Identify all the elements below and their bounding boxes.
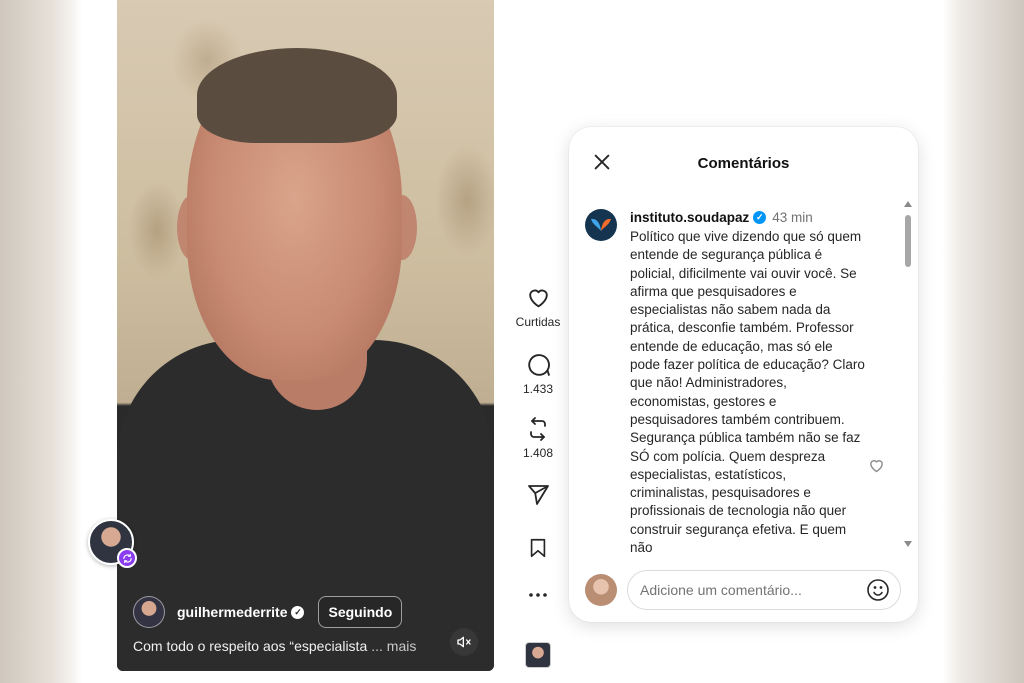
reposts-count: 1.408 — [522, 446, 554, 460]
video-caption[interactable]: Com todo o respeito aos “especialista...… — [133, 638, 416, 654]
likes-label: Curtidas — [515, 315, 561, 329]
butterfly-logo-icon — [591, 218, 611, 231]
mute-button[interactable] — [450, 628, 478, 656]
audio-thumbnail[interactable] — [525, 642, 551, 668]
author-name[interactable]: guilhermederrite — [177, 604, 287, 620]
comment-input[interactable]: Adicione um comentário... — [627, 570, 901, 610]
scroll-thumb[interactable] — [905, 215, 911, 267]
video-player[interactable]: guilhermederrite ✓ Seguindo Com todo o r… — [117, 0, 494, 671]
send-icon — [528, 485, 549, 505]
repost-badge-icon — [117, 548, 137, 568]
video-frame-hair — [197, 48, 397, 143]
current-user-avatar — [585, 574, 617, 606]
heart-icon — [870, 460, 883, 473]
comments-panel: Comentários instituto.soudapaz ✓ 43 min … — [569, 127, 918, 622]
author-name-group[interactable]: guilhermederrite ✓ — [177, 604, 305, 620]
heart-icon — [528, 289, 548, 308]
comment-text: Político que vive dizendo que só quem en… — [630, 229, 865, 555]
comment-icon — [527, 354, 550, 376]
commenter-avatar[interactable] — [585, 209, 617, 241]
more-options-button[interactable] — [510, 591, 566, 599]
caption-more-link[interactable]: ... mais — [371, 638, 416, 654]
like-button[interactable]: Curtidas — [510, 285, 566, 329]
verified-icon: ✓ — [753, 211, 767, 224]
comment-button[interactable]: 1.433 — [510, 352, 566, 396]
comment-list[interactable]: instituto.soudapaz ✓ 43 min Político que… — [569, 205, 909, 555]
verified-icon: ✓ — [291, 605, 305, 619]
scroll-up-arrow-icon[interactable] — [904, 201, 912, 207]
bookmark-icon — [530, 538, 546, 558]
comment-like-button[interactable] — [868, 457, 885, 479]
comment-header: instituto.soudapaz ✓ 43 min — [630, 210, 813, 225]
repost-button[interactable]: 1.408 — [510, 417, 566, 460]
comment-time: 43 min — [772, 210, 813, 225]
comments-count: 1.433 — [522, 382, 554, 396]
scroll-down-arrow-icon[interactable] — [904, 541, 912, 547]
panel-title: Comentários — [697, 155, 790, 172]
speaker-muted-icon — [457, 636, 471, 648]
video-author-row: guilhermederrite ✓ Seguindo — [133, 596, 403, 628]
caption-text: Com todo o respeito aos “especialista — [133, 638, 368, 654]
comments-scrollbar[interactable] — [901, 199, 915, 551]
commenter-username[interactable]: instituto.soudapaz — [630, 210, 749, 225]
following-button[interactable]: Seguindo — [318, 596, 403, 628]
more-icon — [529, 593, 547, 597]
comment-input-placeholder: Adicione um comentário... — [640, 582, 802, 598]
repost-icon — [530, 417, 546, 441]
share-button[interactable] — [510, 483, 566, 507]
save-button[interactable] — [510, 536, 566, 560]
emoji-icon — [867, 579, 889, 601]
author-avatar[interactable] — [133, 596, 165, 628]
